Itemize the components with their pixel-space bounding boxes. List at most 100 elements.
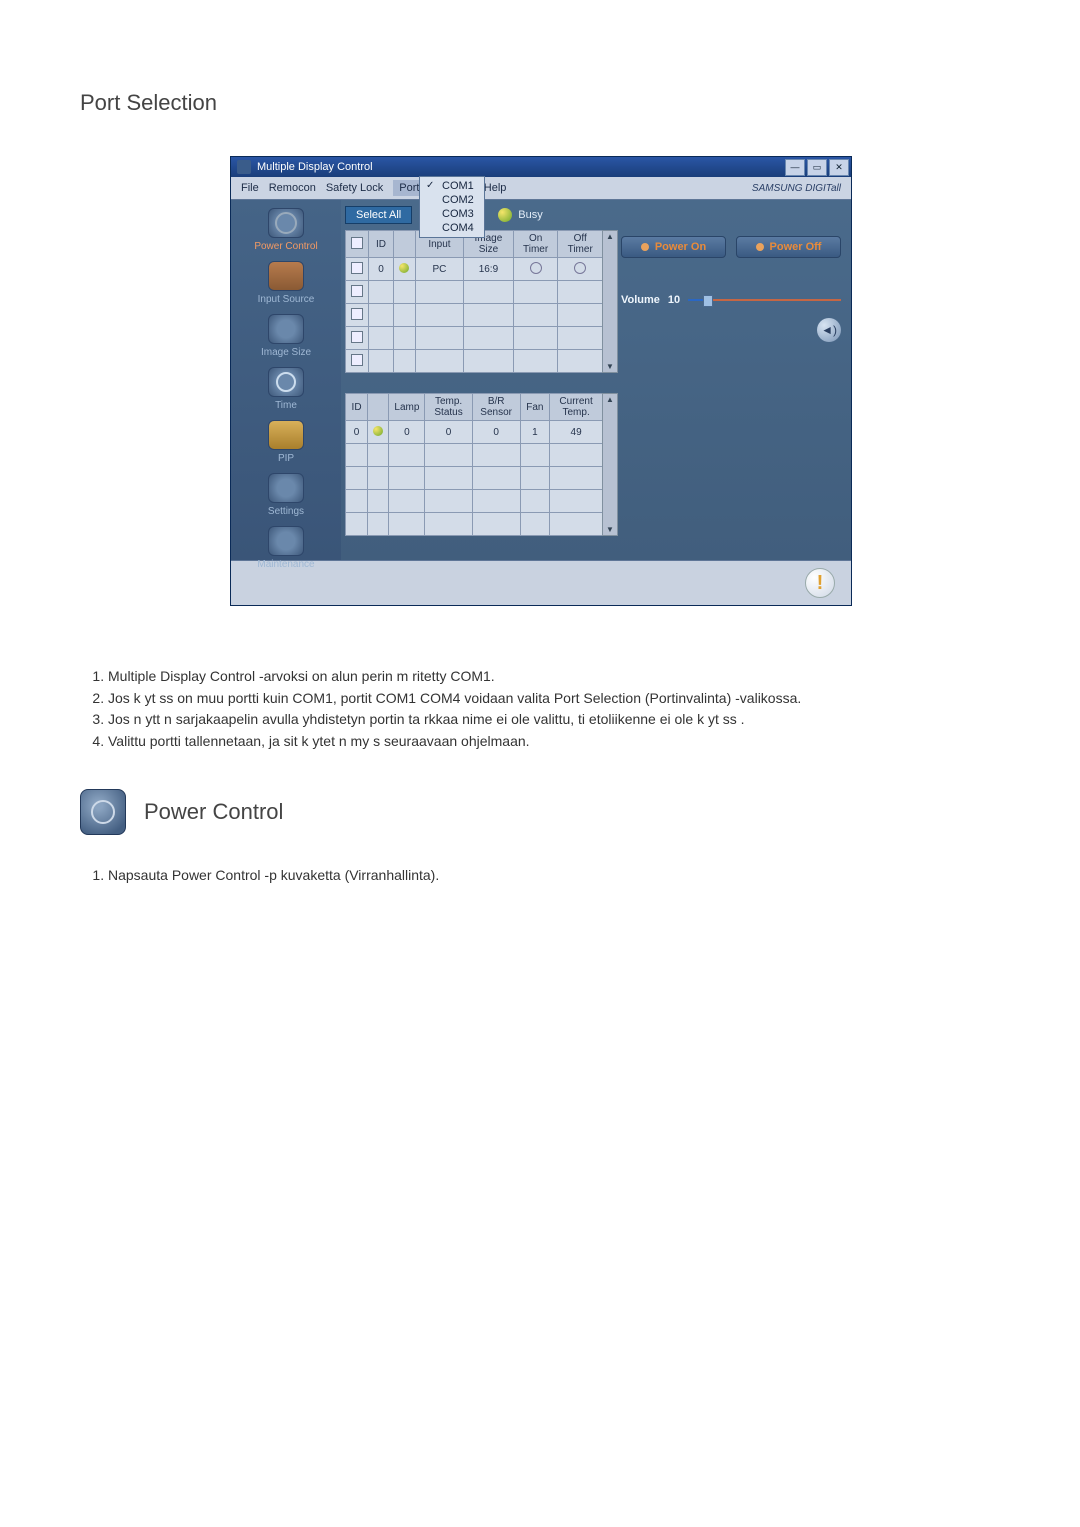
cell-id: 0 bbox=[346, 421, 368, 444]
table-row[interactable]: 0 PC 16:9 bbox=[346, 258, 603, 281]
cell-image-size: 16:9 bbox=[464, 258, 514, 281]
power-control-section-icon bbox=[80, 789, 126, 835]
cell-input: PC bbox=[415, 258, 463, 281]
cell-temp-status: 0 bbox=[425, 421, 472, 444]
port-selection-notes: Multiple Display Control -arvoksi on alu… bbox=[80, 666, 1000, 753]
right-panel: Power On Power Off Volume 10 ◄) bbox=[615, 200, 851, 560]
port-option-com4[interactable]: COM4 bbox=[420, 221, 484, 235]
sidebar-item-label: Time bbox=[275, 400, 297, 411]
app-window: Multiple Display Control — ▭ ✕ File Remo… bbox=[230, 156, 852, 606]
speaker-icon[interactable]: ◄) bbox=[817, 318, 841, 342]
sidebar-item-maintenance[interactable]: Maintenance bbox=[257, 526, 314, 570]
port-option-com1[interactable]: COM1 bbox=[420, 179, 484, 193]
list-item: Napsauta Power Control -p kuvaketta (Vir… bbox=[108, 865, 1000, 887]
bullet-icon bbox=[641, 243, 649, 251]
sidebar-item-label: PIP bbox=[278, 453, 294, 464]
list-item: Jos k yt ss on muu portti kuin COM1, por… bbox=[108, 688, 1000, 710]
menu-help[interactable]: Help bbox=[484, 182, 507, 194]
menu-file[interactable]: File bbox=[241, 182, 259, 194]
sidebar-item-power-control[interactable]: Power Control bbox=[254, 208, 317, 252]
list-item: Multiple Display Control -arvoksi on alu… bbox=[108, 666, 1000, 688]
col-lamp: Lamp bbox=[389, 394, 425, 421]
list-item: Valittu portti tallennetaan, ja sit k yt… bbox=[108, 731, 1000, 753]
status-dot-icon bbox=[373, 426, 383, 436]
volume-slider[interactable] bbox=[688, 299, 841, 301]
minimize-button[interactable]: — bbox=[785, 159, 805, 176]
port-option-com2[interactable]: COM2 bbox=[420, 193, 484, 207]
row-checkbox[interactable] bbox=[351, 262, 363, 274]
image-size-icon bbox=[268, 314, 304, 344]
power-control-notes: Napsauta Power Control -p kuvaketta (Vir… bbox=[80, 865, 1000, 887]
col-fan: Fan bbox=[520, 394, 550, 421]
table-header-row: ID Lamp Temp. Status B/R Sensor Fan Curr… bbox=[346, 394, 603, 421]
table-row[interactable] bbox=[346, 490, 603, 513]
table-row[interactable] bbox=[346, 513, 603, 536]
sidebar: Power Control Input Source Image Size Ti… bbox=[231, 200, 341, 560]
sidebar-item-pip[interactable]: PIP bbox=[268, 420, 304, 464]
busy-label: Busy bbox=[518, 209, 542, 221]
info-icon[interactable]: ! bbox=[805, 568, 835, 598]
on-timer-icon bbox=[530, 262, 542, 274]
table-row[interactable]: 0 0 0 0 1 49 bbox=[346, 421, 603, 444]
select-all-button[interactable]: Select All bbox=[345, 206, 412, 224]
bullet-icon bbox=[756, 243, 764, 251]
table-row[interactable] bbox=[346, 281, 603, 304]
upper-grid[interactable]: ID Input Image Size On Timer Off Timer 0 bbox=[345, 230, 603, 373]
cell-ctemp: 49 bbox=[550, 421, 603, 444]
table-row[interactable] bbox=[346, 444, 603, 467]
header-checkbox[interactable] bbox=[351, 237, 363, 249]
sidebar-item-image-size[interactable]: Image Size bbox=[261, 314, 311, 358]
scrollbar[interactable] bbox=[602, 393, 618, 536]
sidebar-item-label: Settings bbox=[268, 506, 304, 517]
off-timer-icon bbox=[574, 262, 586, 274]
col-id: ID bbox=[368, 231, 393, 258]
menu-remocon[interactable]: Remocon bbox=[269, 182, 316, 194]
col-on-timer: On Timer bbox=[513, 231, 558, 258]
col-off-timer: Off Timer bbox=[558, 231, 603, 258]
table-row[interactable] bbox=[346, 350, 603, 373]
sidebar-item-label: Input Source bbox=[258, 294, 315, 305]
col-current-temp: Current Temp. bbox=[550, 394, 603, 421]
col-br-sensor: B/R Sensor bbox=[472, 394, 520, 421]
titlebar: Multiple Display Control — ▭ ✕ bbox=[231, 157, 851, 177]
port-option-com3[interactable]: COM3 bbox=[420, 207, 484, 221]
scrollbar[interactable] bbox=[602, 230, 618, 373]
power-off-button[interactable]: Power Off bbox=[736, 236, 841, 258]
brand-label: SAMSUNG DIGITall bbox=[752, 183, 841, 194]
input-source-icon bbox=[268, 261, 304, 291]
table-row[interactable] bbox=[346, 467, 603, 490]
col-temp-status: Temp. Status bbox=[425, 394, 472, 421]
busy-indicator: Busy bbox=[498, 208, 542, 222]
cell-lamp: 0 bbox=[389, 421, 425, 444]
window-title: Multiple Display Control bbox=[257, 161, 785, 173]
sidebar-item-label: Maintenance bbox=[257, 559, 314, 570]
section-heading-port-selection: Port Selection bbox=[80, 90, 1000, 116]
sidebar-item-input-source[interactable]: Input Source bbox=[258, 261, 315, 305]
maintenance-icon bbox=[268, 526, 304, 556]
sidebar-item-time[interactable]: Time bbox=[268, 367, 304, 411]
pip-icon bbox=[268, 420, 304, 450]
menu-safety-lock[interactable]: Safety Lock bbox=[326, 182, 383, 194]
sidebar-item-settings[interactable]: Settings bbox=[268, 473, 304, 517]
close-button[interactable]: ✕ bbox=[829, 159, 849, 176]
power-off-label: Power Off bbox=[770, 241, 822, 253]
table-row[interactable] bbox=[346, 304, 603, 327]
power-on-label: Power On bbox=[655, 241, 706, 253]
busy-dot-icon bbox=[498, 208, 512, 222]
section-heading-power-control-row: Power Control bbox=[80, 789, 1000, 835]
volume-control[interactable]: Volume 10 bbox=[621, 294, 841, 306]
menubar: File Remocon Safety Lock Port Selection … bbox=[231, 177, 851, 200]
status-dot-icon bbox=[399, 263, 409, 273]
power-on-button[interactable]: Power On bbox=[621, 236, 726, 258]
list-item: Jos n ytt n sarjakaapelin avulla yhdiste… bbox=[108, 709, 1000, 731]
maximize-button[interactable]: ▭ bbox=[807, 159, 827, 176]
statusbar: ! bbox=[231, 560, 851, 605]
port-selection-dropdown[interactable]: COM1 COM2 COM3 COM4 bbox=[419, 176, 485, 238]
table-row[interactable] bbox=[346, 327, 603, 350]
sidebar-item-label: Image Size bbox=[261, 347, 311, 358]
sidebar-item-label: Power Control bbox=[254, 241, 317, 252]
volume-label: Volume bbox=[621, 294, 660, 306]
clock-icon bbox=[268, 367, 304, 397]
lower-grid[interactable]: ID Lamp Temp. Status B/R Sensor Fan Curr… bbox=[345, 393, 603, 536]
section-heading-power-control: Power Control bbox=[144, 799, 283, 825]
